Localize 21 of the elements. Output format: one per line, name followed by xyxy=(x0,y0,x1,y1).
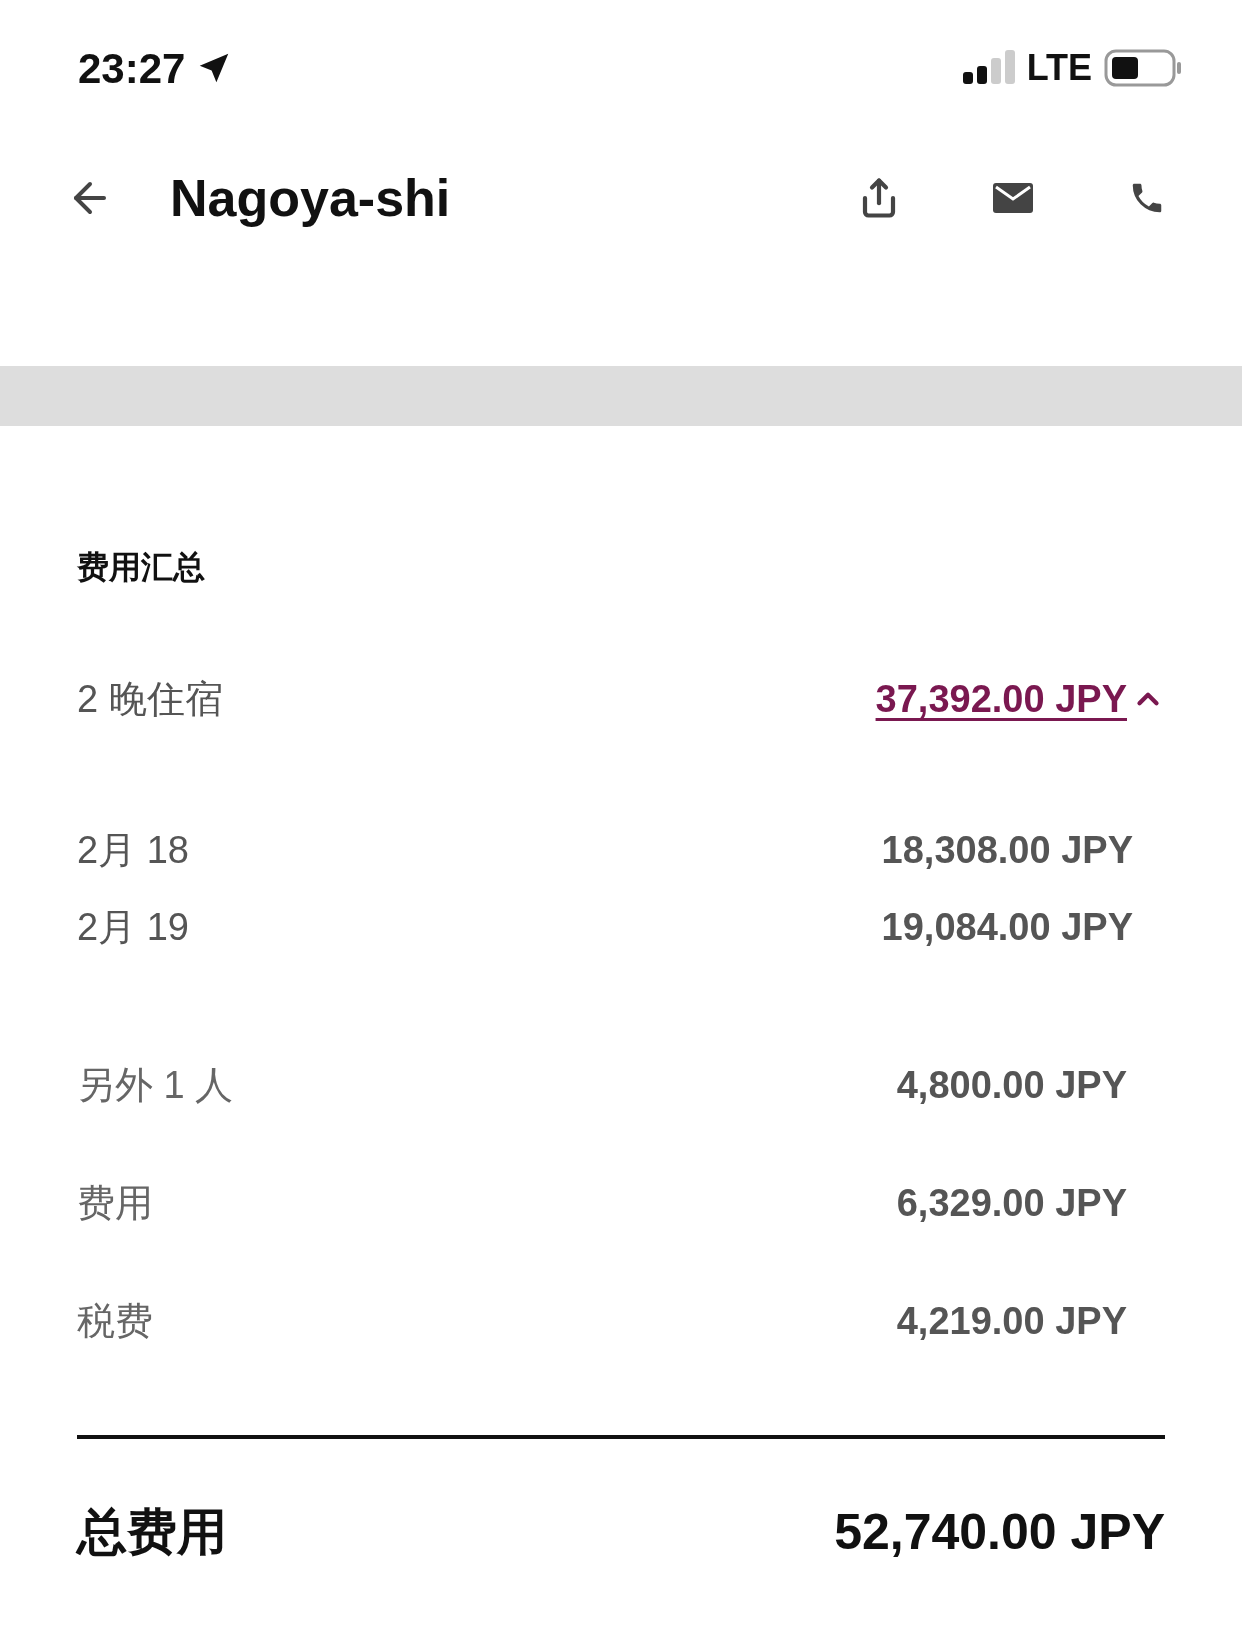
page-title: Nagoya-shi xyxy=(170,168,451,229)
mail-icon xyxy=(993,183,1033,213)
network-label: LTE xyxy=(1026,46,1092,90)
total-amount: 52,740.00 JPY xyxy=(834,1502,1165,1562)
status-time: 23:27 xyxy=(78,43,186,94)
night-date: 2月 18 xyxy=(77,828,189,873)
fee-label: 税费 xyxy=(77,1298,153,1344)
fee-amount: 6,329.00 JPY xyxy=(896,1180,1127,1226)
night-amount: 18,308.00 JPY xyxy=(881,828,1133,873)
night-date: 2月 19 xyxy=(77,905,189,950)
stay-amount-link[interactable]: 37,392.00 JPY xyxy=(875,670,1165,728)
night-amount: 19,084.00 JPY xyxy=(881,905,1133,950)
fee-label: 费用 xyxy=(77,1180,153,1226)
fee-amount: 4,219.00 JPY xyxy=(896,1298,1127,1344)
fee-amount: 4,800.00 JPY xyxy=(896,1062,1127,1108)
stay-label: 2 晚住宿 xyxy=(77,676,223,722)
fee-label: 另外 1 人 xyxy=(77,1062,234,1108)
battery-icon xyxy=(1104,49,1182,87)
section-title: 费用汇总 xyxy=(77,548,205,587)
total-label: 总费用 xyxy=(77,1502,227,1562)
signal-icon xyxy=(962,50,1015,86)
